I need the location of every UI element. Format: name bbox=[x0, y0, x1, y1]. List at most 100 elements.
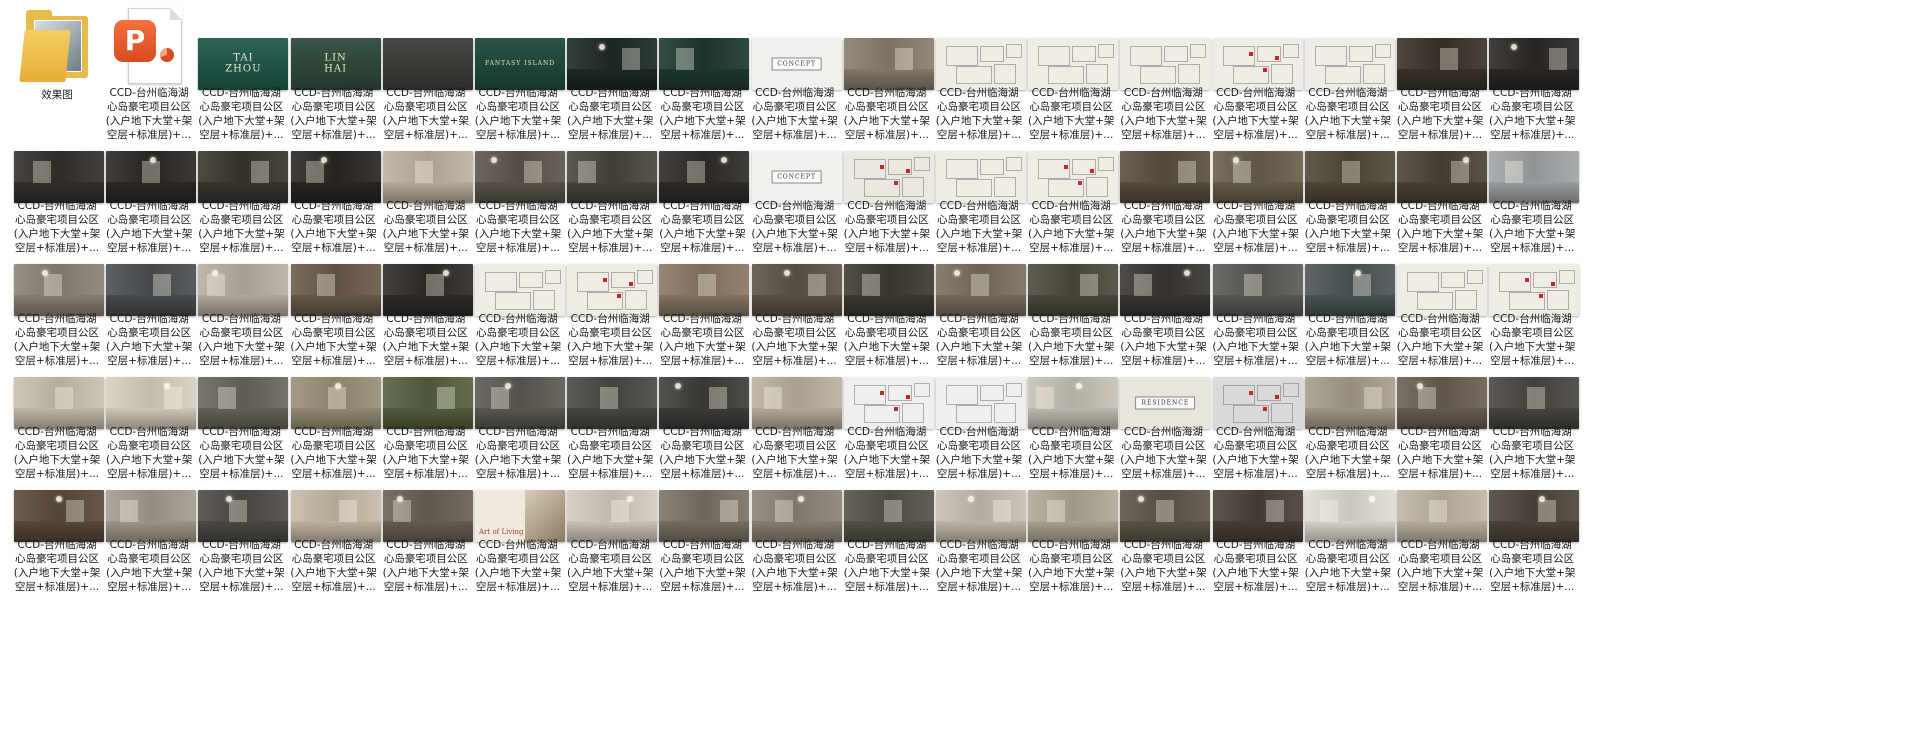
thumbnail-image bbox=[936, 490, 1026, 542]
thumbnail-image bbox=[843, 38, 934, 90]
file-label-line: (入户地下大堂+架 bbox=[1488, 341, 1576, 353]
file-label-line: 空层+标准层)+... bbox=[1490, 468, 1575, 480]
file-label: CCD-台州临海湖 心岛豪宅项目公区 (入户地下大堂+架 空层+标准层)+... bbox=[1477, 86, 1587, 142]
thumbnail-image bbox=[475, 151, 565, 203]
thumbnail-image bbox=[1397, 264, 1487, 316]
file-label-line: 心岛豪宅项目公区 bbox=[1490, 214, 1575, 226]
thumbnail-image bbox=[1489, 377, 1580, 429]
thumbnail-image bbox=[382, 377, 473, 429]
file-label-line: (入户地下大堂+架 bbox=[1488, 454, 1576, 466]
thumbnail-image bbox=[1028, 38, 1119, 90]
thumbnail-image bbox=[1120, 490, 1211, 542]
thumbnail-image bbox=[1304, 377, 1395, 429]
file-label-line: CCD-台州临海湖 bbox=[1492, 200, 1572, 212]
image-file-item[interactable]: CCD-台州临海湖 心岛豪宅项目公区 (入户地下大堂+架 空层+标准层)+... bbox=[1477, 482, 1587, 618]
thumbnail-image bbox=[936, 264, 1026, 316]
thumbnail-image: TAI ZHOU bbox=[198, 38, 289, 90]
thumbnail-image bbox=[843, 151, 934, 203]
file-label: CCD-台州临海湖 心岛豪宅项目公区 (入户地下大堂+架 空层+标准层)+... bbox=[1477, 425, 1587, 481]
thumbnail-image bbox=[1397, 38, 1487, 90]
file-label-line: 空层+标准层)+... bbox=[1490, 355, 1575, 367]
thumbnail-image bbox=[106, 264, 197, 316]
thumbnail-image bbox=[1212, 264, 1303, 316]
thumbnail-image bbox=[14, 490, 104, 542]
thumbnail-image bbox=[567, 377, 658, 429]
thumbnail-image bbox=[936, 151, 1026, 203]
file-label-line: 心岛豪宅项目公区 bbox=[1490, 553, 1575, 565]
thumbnail-image bbox=[567, 151, 658, 203]
thumbnail-image bbox=[106, 490, 197, 542]
thumbnail-image: CONCEPT bbox=[751, 38, 842, 90]
thumbnail-image bbox=[198, 490, 289, 542]
thumbnail-image bbox=[1212, 490, 1303, 542]
thumbnail-image bbox=[659, 377, 750, 429]
thumbnail-image bbox=[843, 377, 934, 429]
file-label: CCD-台州临海湖 心岛豪宅项目公区 (入户地下大堂+架 空层+标准层)+... bbox=[1477, 538, 1587, 594]
thumbnail-image bbox=[1028, 377, 1119, 429]
file-label-line: 心岛豪宅项目公区 bbox=[1490, 101, 1575, 113]
file-label: CCD-台州临海湖 心岛豪宅项目公区 (入户地下大堂+架 空层+标准层)+... bbox=[1477, 312, 1587, 368]
thumbnail-image bbox=[936, 38, 1026, 90]
thumbnail-image bbox=[751, 490, 842, 542]
folder-icon bbox=[19, 10, 94, 82]
thumbnail-image bbox=[1212, 38, 1303, 90]
file-label-line: (入户地下大堂+架 bbox=[1488, 115, 1576, 127]
thumbnail-image bbox=[659, 151, 750, 203]
thumbnail-image bbox=[843, 490, 934, 542]
thumbnail-image bbox=[198, 264, 289, 316]
thumbnail-image bbox=[382, 151, 473, 203]
thumbnail-image bbox=[475, 377, 565, 429]
thumbnail-image bbox=[290, 490, 381, 542]
thumbnail-image bbox=[1028, 151, 1119, 203]
thumbnail-image bbox=[290, 264, 381, 316]
thumbnail-image: CONCEPT bbox=[751, 151, 842, 203]
thumbnail-image bbox=[1212, 151, 1303, 203]
thumbnail-image bbox=[843, 264, 934, 316]
thumbnail-image bbox=[1028, 490, 1119, 542]
thumbnail-image bbox=[198, 377, 289, 429]
thumbnail-image bbox=[106, 151, 197, 203]
file-label-line: 心岛豪宅项目公区 bbox=[1490, 327, 1575, 339]
thumbnail-image bbox=[1120, 38, 1211, 90]
powerpoint-icon: P bbox=[114, 8, 184, 84]
thumbnail-image: LIN HAI bbox=[290, 38, 381, 90]
thumbnail-image bbox=[382, 264, 473, 316]
file-label-line: CCD-台州临海湖 bbox=[1492, 426, 1572, 438]
thumbnail-image bbox=[751, 377, 842, 429]
thumbnail-image bbox=[1120, 264, 1211, 316]
thumbnail-image bbox=[567, 490, 658, 542]
thumbnail-image bbox=[936, 377, 1026, 429]
thumbnail-image bbox=[1397, 151, 1487, 203]
file-label-line: CCD-台州临海湖 bbox=[1492, 313, 1572, 325]
thumbnail-image bbox=[1304, 264, 1395, 316]
thumbnail-image bbox=[1489, 490, 1580, 542]
thumbnail-image bbox=[1489, 38, 1580, 90]
thumbnail-image bbox=[14, 264, 104, 316]
thumbnail-image bbox=[290, 151, 381, 203]
file-label: CCD-台州临海湖 心岛豪宅项目公区 (入户地下大堂+架 空层+标准层)+... bbox=[1477, 199, 1587, 255]
thumbnail-image bbox=[567, 264, 658, 316]
thumbnail-image bbox=[14, 151, 104, 203]
thumbnail-image bbox=[1397, 377, 1487, 429]
file-grid: 效果图 P CCD-台州临海湖 心岛豪宅项目公区 (入户地下大堂+架 空层+标准… bbox=[0, 0, 1907, 733]
thumbnail-image: FANTASY ISLAND bbox=[475, 38, 565, 90]
thumbnail-image bbox=[659, 38, 750, 90]
thumbnail-image bbox=[1028, 264, 1119, 316]
thumbnail-image bbox=[475, 264, 565, 316]
thumbnail-image bbox=[1304, 151, 1395, 203]
file-label-line: 空层+标准层)+... bbox=[1490, 242, 1575, 254]
file-label-line: 心岛豪宅项目公区 bbox=[1490, 440, 1575, 452]
thumbnail-image bbox=[382, 38, 473, 90]
thumbnail-image bbox=[659, 490, 750, 542]
thumbnail-image bbox=[1212, 377, 1303, 429]
thumbnail-image: RESIDENCE bbox=[1120, 377, 1211, 429]
thumbnail-image bbox=[1304, 490, 1395, 542]
thumbnail-image bbox=[567, 38, 658, 90]
thumbnail-image bbox=[751, 264, 842, 316]
thumbnail-image bbox=[198, 151, 289, 203]
file-label-line: (入户地下大堂+架 bbox=[1488, 228, 1576, 240]
thumbnail-image bbox=[290, 377, 381, 429]
thumbnail-image bbox=[659, 264, 750, 316]
thumbnail-image bbox=[1397, 490, 1487, 542]
file-label-line: CCD-台州临海湖 bbox=[1492, 87, 1572, 99]
